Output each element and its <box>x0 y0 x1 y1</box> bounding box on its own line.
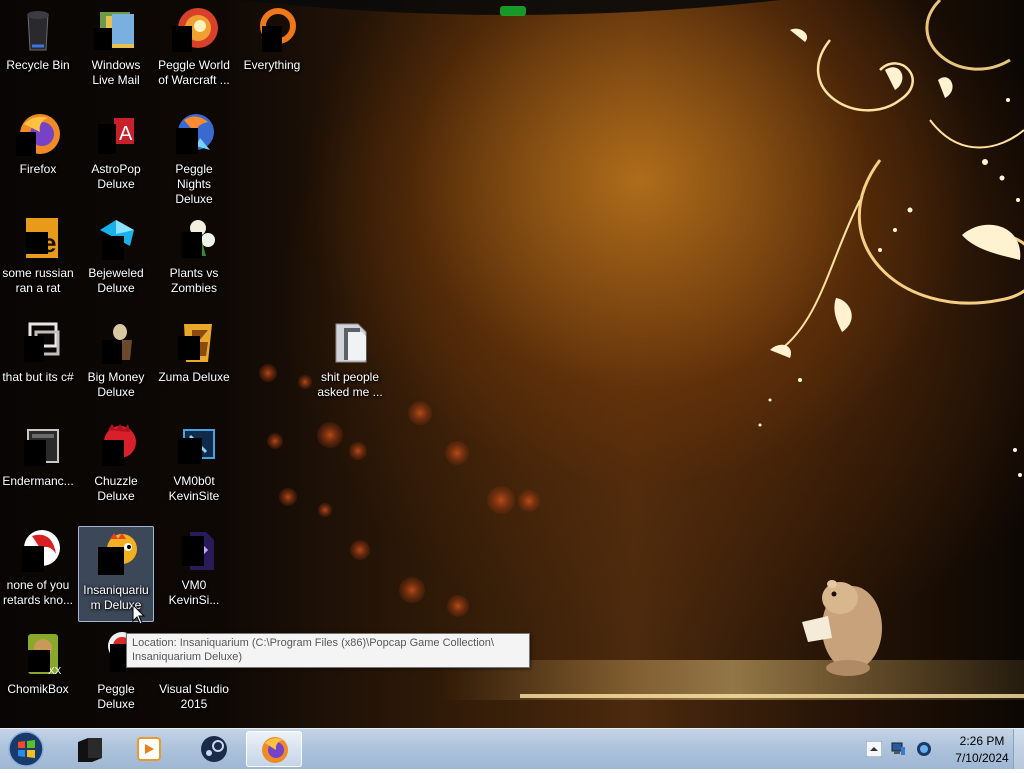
show-hidden-icons-icon[interactable] <box>866 741 882 757</box>
desktop-icon-label: none of you retards kno... <box>2 578 74 607</box>
desktop-icon-label: Chuzzle Deluxe <box>94 474 138 503</box>
bejeweled-icon <box>92 214 140 262</box>
terminal-icon <box>78 738 102 762</box>
firefox-icon <box>14 110 62 158</box>
desktop[interactable]: Recycle Bin Windows Live Mail Peggle Wor… <box>0 0 1024 728</box>
desktop-icon-label: Peggle World of Warcraft ... <box>158 58 230 87</box>
desktop-icon-label: Bejeweled Deluxe <box>88 266 144 295</box>
peggle-nights-icon <box>170 110 218 158</box>
desktop-icon-none-of-you[interactable]: none of you retards kno... <box>0 522 76 618</box>
desktop-icon-peggle-nights[interactable]: Peggle Nights Deluxe <box>156 106 232 206</box>
desktop-icon-everything[interactable]: Everything <box>234 2 310 98</box>
everything-search-icon <box>248 6 296 54</box>
desktop-icon-chomikbox[interactable]: XX ChomikBox <box>0 626 76 722</box>
mouse-cursor-icon <box>132 604 146 625</box>
icon-location-tooltip: Location: Insaniquarium (C:\Program File… <box>126 633 530 668</box>
desktop-icon-zuma[interactable]: Zuma Deluxe <box>156 314 232 410</box>
desktop-icon-recycle-bin[interactable]: Recycle Bin <box>0 2 76 98</box>
desktop-icon-label: VM0 KevinSi... <box>168 578 220 607</box>
desktop-icon-firefox[interactable]: Firefox <box>0 106 76 202</box>
desktop-icon-label: Plants vs Zombies <box>169 266 219 295</box>
svg-text:XX: XX <box>48 666 62 677</box>
desktop-icon-bejeweled[interactable]: Bejeweled Deluxe <box>78 210 154 306</box>
desktop-icon-endermanc[interactable]: Endermanc... <box>0 418 76 514</box>
desktop-icon-label: Windows Live Mail <box>91 58 141 87</box>
desktop-icon-peggle-wow[interactable]: Peggle World of Warcraft ... <box>156 2 232 98</box>
show-desktop-button[interactable] <box>1013 729 1024 769</box>
desktop-icon-label: Recycle Bin <box>6 58 70 72</box>
media-player-icon <box>137 737 161 761</box>
chuzzle-icon <box>92 422 140 470</box>
desktop-icon-label: Firefox <box>19 162 57 176</box>
taskbar-firefox-button[interactable] <box>246 731 302 767</box>
desktop-icon-label: Endermanc... <box>2 474 74 488</box>
taskbar-steam-button[interactable] <box>186 731 242 767</box>
taskbar-terminal-button[interactable] <box>62 731 118 767</box>
recycle-bin-icon <box>14 6 62 54</box>
network-icon[interactable] <box>890 741 906 757</box>
desktop-icon-windows-live-mail[interactable]: Windows Live Mail <box>78 2 154 98</box>
peggle-wow-icon <box>170 6 218 54</box>
desktop-icon-label: Big Money Deluxe <box>87 370 145 399</box>
desktop-icon-label: Zuma Deluxe <box>158 370 230 384</box>
shortcut-file-icon: e <box>14 214 62 262</box>
tooltip-line-2: Insaniquarium Deluxe) <box>132 651 243 663</box>
taskbar: 2:26 PM 7/10/2024 <box>0 728 1024 769</box>
taskbar-media-player-button[interactable] <box>120 731 176 767</box>
steam-icon <box>201 736 227 762</box>
desktop-icon-big-money[interactable]: Big Money Deluxe <box>78 314 154 410</box>
clock-time[interactable]: 2:26 PM <box>950 734 1014 748</box>
desktop-icon-chuzzle[interactable]: Chuzzle Deluxe <box>78 418 154 514</box>
desktop-icon-label: Everything <box>243 58 301 72</box>
tooltip-line-1: Location: Insaniquarium (C:\Program File… <box>132 637 494 649</box>
desktop-icon-label: Peggle Deluxe <box>97 682 135 711</box>
desktop-icon-vm0b0t-kevinsite[interactable]: VM0b0t KevinSite <box>156 418 232 514</box>
desktop-icon-label: that but its c# <box>2 370 74 384</box>
chomikbox-icon: XX <box>14 630 62 678</box>
insaniquarium-icon <box>92 531 140 579</box>
big-money-icon <box>92 318 140 366</box>
clock-date[interactable]: 7/10/2024 <box>950 751 1014 765</box>
svg-text:A: A <box>119 123 133 145</box>
vm-app-icon <box>170 422 218 470</box>
zuma-icon <box>170 318 218 366</box>
desktop-icon-shit-people-asked[interactable]: shit people asked me ... <box>312 314 388 410</box>
window-app-icon <box>14 422 62 470</box>
shortcut-red-icon <box>14 526 62 574</box>
shortcut-window-icon <box>14 318 62 366</box>
desktop-icon-label: shit people asked me ... <box>317 370 383 399</box>
folder-icon <box>326 318 374 366</box>
desktop-icon-label: Visual Studio 2015 <box>159 682 229 711</box>
desktop-icon-vm0-kevinsi[interactable]: VM0 KevinSi... <box>156 522 232 618</box>
desktop-icon-label: ChomikBox <box>7 682 69 696</box>
start-button[interactable] <box>4 730 48 768</box>
desktop-icon-label: Peggle Nights Deluxe <box>175 162 213 206</box>
desktop-icon-label: AstroPop Deluxe <box>91 162 141 191</box>
desktop-icon-that-but-its-csharp[interactable]: that but its c# <box>0 314 76 410</box>
astropop-icon: A <box>92 110 140 158</box>
plants-vs-zombies-icon <box>170 214 218 262</box>
firefox-icon <box>262 737 288 763</box>
vm-file-icon <box>170 526 218 574</box>
mail-icon <box>92 6 140 54</box>
desktop-icon-label: some russian ran a rat <box>2 266 74 295</box>
desktop-icon-plants-vs-zombies[interactable]: Plants vs Zombies <box>156 210 232 306</box>
desktop-icon-some-russian[interactable]: e some russian ran a rat <box>0 210 76 306</box>
desktop-icon-label: VM0b0t KevinSite <box>168 474 220 503</box>
desktop-icon-astropop[interactable]: A AstroPop Deluxe <box>78 106 154 202</box>
volume-icon[interactable] <box>916 741 932 757</box>
notification-area: 2:26 PM 7/10/2024 <box>864 729 1024 769</box>
start-orb-icon <box>8 731 44 767</box>
